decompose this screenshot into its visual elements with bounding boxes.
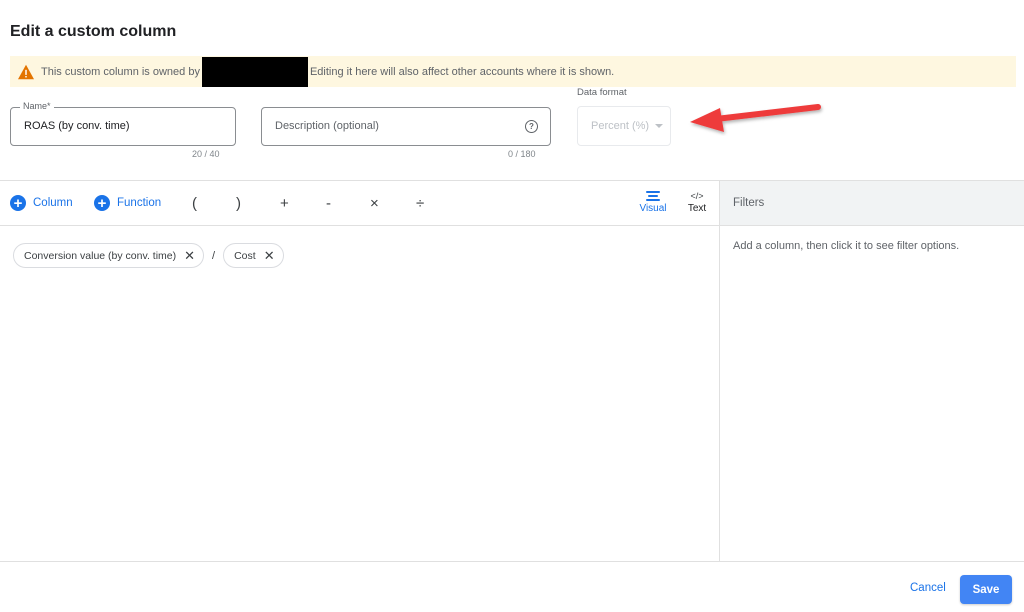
text-mode-label: Text	[687, 203, 707, 214]
description-char-counter: 0 / 180	[508, 149, 536, 159]
name-value[interactable]: ROAS (by conv. time)	[24, 120, 130, 132]
name-label: Name*	[20, 101, 54, 111]
chip-label: Conversion value (by conv. time)	[24, 249, 177, 262]
add-circle-icon: +	[94, 195, 110, 211]
name-char-counter: 20 / 40	[192, 149, 220, 159]
chip-label: Cost	[234, 249, 256, 262]
name-field[interactable]: Name* ROAS (by conv. time)	[10, 101, 236, 146]
add-column-button[interactable]: + Column	[10, 181, 73, 225]
cancel-button[interactable]: Cancel	[910, 582, 946, 594]
code-icon: </>	[690, 191, 704, 201]
filters-title: Filters	[720, 181, 1024, 226]
visual-mode-tab[interactable]: Visual	[636, 189, 670, 214]
data-format-select[interactable]: Percent (%)	[577, 106, 671, 146]
operator-close-paren-button[interactable]: )	[236, 181, 241, 225]
data-format-label: Data format	[577, 87, 627, 98]
formula-chip[interactable]: Conversion value (by conv. time) ✕	[13, 243, 205, 268]
formula-editor[interactable]: Conversion value (by conv. time) ✕ / Cos…	[13, 243, 284, 268]
filters-panel: Filters Add a column, then click it to s…	[719, 181, 1024, 561]
close-icon[interactable]: ✕	[184, 248, 195, 264]
add-circle-icon: +	[10, 195, 26, 211]
data-format-value: Percent (%)	[591, 120, 650, 132]
description-placeholder: Description (optional)	[275, 120, 379, 132]
ownership-warning-banner: This custom column is owned by Editing i…	[10, 56, 1016, 87]
help-circle-icon[interactable]: ?	[525, 120, 538, 133]
operator-divide-button[interactable]: ÷	[416, 181, 424, 225]
dialog-title: Edit a custom column	[10, 23, 177, 40]
dropdown-caret-icon	[655, 124, 664, 128]
annotation-arrow-icon	[690, 104, 821, 132]
operator-open-paren-button[interactable]: (	[192, 181, 197, 225]
add-column-label: Column	[33, 197, 73, 209]
footer-divider	[0, 561, 1024, 562]
formula-chip[interactable]: Cost ✕	[223, 243, 284, 268]
operator-multiply-button[interactable]: ×	[370, 181, 379, 225]
text-mode-tab[interactable]: </> Text	[683, 189, 711, 214]
visual-mode-label: Visual	[639, 203, 667, 214]
add-function-button[interactable]: + Function	[94, 181, 161, 225]
add-function-label: Function	[117, 197, 162, 209]
formula-toolbar: + Column + Function ( ) + - × ÷ Visual <…	[0, 181, 719, 226]
formula-operator: /	[212, 249, 216, 262]
banner-text-after: Editing it here will also affect other a…	[309, 65, 615, 78]
operator-plus-button[interactable]: +	[280, 181, 289, 225]
description-field[interactable]: Description (optional) ?	[261, 107, 551, 146]
warning-icon	[18, 64, 34, 79]
banner-text-before: This custom column is owned by	[41, 65, 200, 78]
filters-hint: Add a column, then click it to see filte…	[733, 240, 960, 252]
save-button[interactable]: Save	[960, 575, 1012, 604]
visual-lines-icon	[636, 189, 670, 203]
redacted-account-name	[201, 56, 308, 87]
operator-minus-button[interactable]: -	[326, 181, 331, 225]
close-icon[interactable]: ✕	[264, 248, 275, 264]
